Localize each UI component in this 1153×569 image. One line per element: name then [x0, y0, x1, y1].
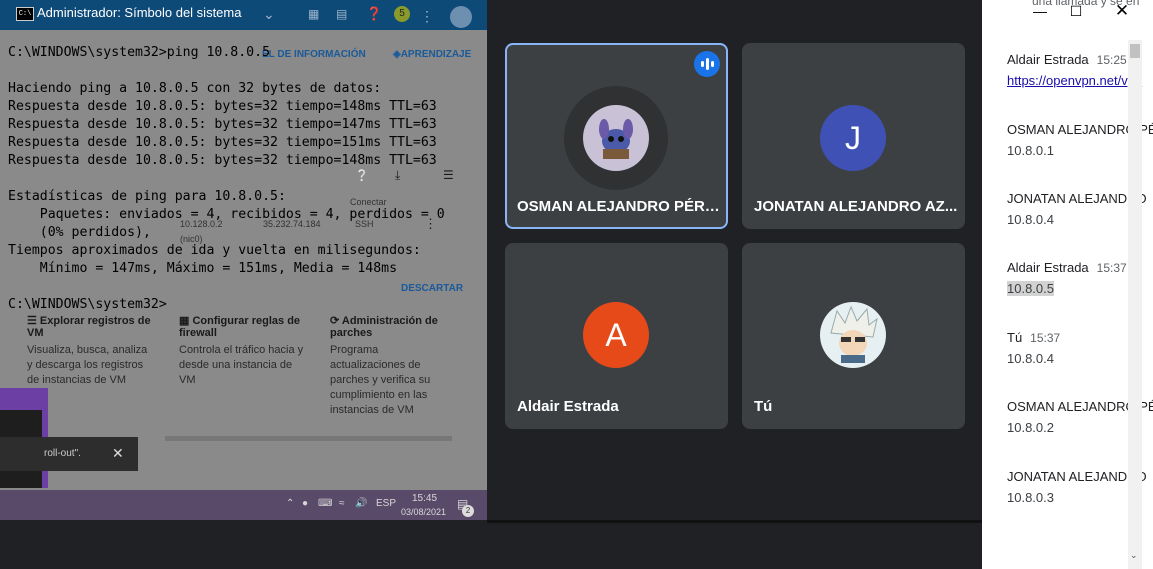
toast-text: roll-out". [44, 448, 81, 459]
avatar [820, 302, 886, 368]
chat-scrollbar[interactable]: ⌄ [1128, 40, 1142, 569]
chat-sender: Aldair Estrada [1007, 52, 1089, 67]
participant-tile[interactable]: Tú [742, 243, 965, 429]
microphone-icon[interactable]: ● [302, 498, 308, 509]
speaking-indicator-icon [694, 51, 720, 77]
console-line: Haciendo ping a 10.8.0.5 con 32 bytes de… [8, 81, 382, 96]
console-line: Respuesta desde 10.8.0.5: bytes=32 tiemp… [8, 135, 437, 150]
anime-avatar-icon [830, 305, 878, 363]
toast-notification: roll-out". ✕ [0, 437, 138, 471]
avatar-initial: J [845, 119, 861, 156]
chat-window-bar: una llamada y se en — ☐ ✕ [982, 0, 1153, 22]
wifi-icon[interactable]: ≈ [339, 498, 345, 509]
maximize-icon[interactable]: ☐ [1056, 0, 1096, 22]
card-vm-logs: ☰ Explorar registros de VM Visualiza, bu… [27, 315, 151, 386]
console-line: Respuesta desde 10.8.0.5: bytes=32 tiemp… [8, 117, 437, 132]
console-line: C:\WINDOWS\system32>ping 10.8.0.5 [8, 45, 271, 60]
keyboard-icon[interactable]: ⌨ [318, 498, 332, 509]
chat-time: 15:37 [1096, 261, 1127, 275]
console-line: (0% perdidos), [8, 225, 151, 240]
avatar-initial: A [605, 316, 627, 353]
avatar [583, 105, 649, 171]
minimize-icon[interactable]: — [1020, 0, 1060, 22]
window-title: Administrador: Símbolo del sistema [37, 5, 242, 20]
chat-sender: Aldair Estrada [1007, 260, 1089, 275]
participant-name: Tú [754, 398, 773, 415]
console-output: C:\WINDOWS\system32>ping 10.8.0.5 Hacien… [8, 44, 445, 314]
console-line: Tiempos aproximados de ida y vuelta en m… [8, 243, 421, 258]
cmd-console[interactable]: EL DE INFORMACIÓN ◈APRENDIZAJE ❔ ⤓ ☰ Con… [0, 30, 487, 490]
participant-name: Aldair Estrada [517, 398, 619, 415]
console-line: Estadísticas de ping para 10.8.0.5: [8, 189, 286, 204]
scroll-down-icon[interactable]: ⌄ [1130, 550, 1138, 561]
horizontal-scrollbar [165, 436, 452, 441]
card-title: Administración de parches [330, 315, 438, 339]
clock-time[interactable]: 15:45 [412, 493, 437, 504]
avatar: A [583, 302, 649, 368]
chat-panel: una llamada y se en — ☐ ✕ Aldair Estrada… [982, 0, 1153, 569]
divider [487, 520, 982, 523]
scroll-thumb[interactable] [1130, 44, 1140, 58]
console-line: Respuesta desde 10.8.0.5: bytes=32 tiemp… [8, 99, 437, 114]
clock-date[interactable]: 03/08/2021 [401, 507, 446, 517]
participant-name: OSMAN ALEJANDRO PÉRE... [517, 198, 722, 215]
stitch-avatar-icon [599, 119, 633, 159]
cmd-icon: C:\ [16, 7, 34, 21]
terminal-icon: ▤ [336, 7, 348, 21]
chat-time: 15:25 [1096, 53, 1127, 67]
cmd-title-bar[interactable]: C:\ Administrador: Símbolo del sistema ⌄… [0, 0, 487, 30]
taskbar: ⌃ ● ⌨ ≈ 🔊 ESP 15:45 03/08/2021 ▤ 2 [0, 490, 487, 520]
close-icon[interactable]: ✕ [1102, 0, 1142, 22]
chat-sender: JONATAN ALEJANDRO [1007, 469, 1147, 484]
cmd-window[interactable]: C:\ Administrador: Símbolo del sistema ⌄… [0, 0, 487, 520]
chat-sender: Tú [1007, 330, 1023, 345]
gift-icon: ▦ [308, 7, 320, 21]
volume-icon[interactable]: 🔊 [355, 498, 367, 509]
card-title: Configurar reglas de firewall [179, 315, 301, 339]
participant-tile[interactable]: OSMAN ALEJANDRO PÉRE... [505, 43, 728, 229]
close-icon[interactable]: ✕ [112, 445, 124, 462]
language-indicator[interactable]: ESP [376, 498, 396, 509]
chevron-up-icon[interactable]: ⌃ [286, 498, 294, 509]
participant-tile[interactable]: A Aldair Estrada [505, 243, 728, 429]
chat-text-selected: 10.8.0.5 [1007, 281, 1054, 296]
notification-badge: 2 [462, 505, 474, 517]
avatar: J [820, 105, 886, 171]
card-firewall: ▦ Configurar reglas de firewall Controla… [179, 314, 309, 388]
participant-avatar-ring [564, 86, 668, 190]
notification-count-badge: 5 [394, 6, 410, 22]
chat-sender: JONATAN ALEJANDRO [1007, 191, 1147, 206]
account-avatar[interactable] [450, 6, 472, 28]
chat-time: 15:37 [1030, 331, 1061, 345]
console-line: Mínimo = 147ms, Máximo = 151ms, Media = … [8, 261, 398, 276]
chevron-down-icon: ⌄ [263, 6, 275, 22]
card-text: Visualiza, busca, analiza y descarga los… [27, 344, 148, 386]
card-text: Programa actualizaciones de parches y ve… [330, 344, 431, 416]
participant-tile[interactable]: J JONATAN ALEJANDRO AZ... [742, 43, 965, 229]
card-patches: ⟳ Administración de parches Programa act… [330, 314, 445, 418]
console-line: Paquetes: enviados = 4, recibidos = 4, p… [8, 207, 445, 222]
help-icon: ❓ [366, 6, 383, 21]
card-text: Controla el tráfico hacia y desde una in… [179, 344, 304, 386]
console-line: C:\WINDOWS\system32> [8, 297, 167, 312]
chat-link[interactable]: https://openvpn.net/vpn [1007, 73, 1142, 88]
card-title: Explorar registros de VM [27, 315, 151, 339]
more-vert-icon: ⋮ [420, 8, 434, 24]
participant-name: JONATAN ALEJANDRO AZ... [754, 198, 958, 215]
console-line: Respuesta desde 10.8.0.5: bytes=32 tiemp… [8, 153, 437, 168]
